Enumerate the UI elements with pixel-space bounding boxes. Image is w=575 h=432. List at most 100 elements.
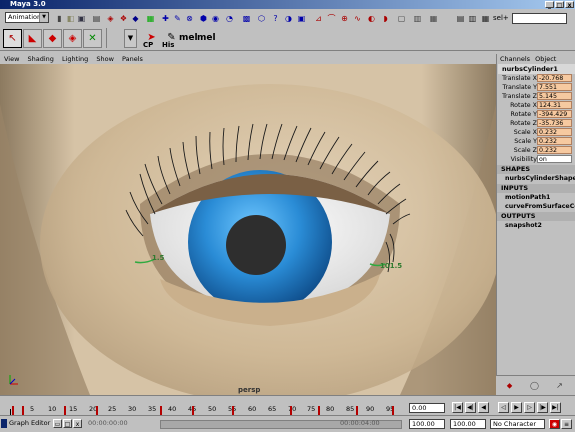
select-hierarchy-icon[interactable]: ▤	[91, 13, 102, 24]
snap-point-icon[interactable]: ✎	[172, 13, 183, 24]
output-item[interactable]: snapshot2	[497, 221, 575, 230]
tab-object[interactable]: Object	[535, 55, 556, 63]
deformer-icon[interactable]: ◐	[366, 13, 377, 24]
render-view-icon[interactable]: ▤	[455, 13, 466, 24]
range-max-field[interactable]: 100.00	[450, 419, 486, 429]
step-back-key-icon[interactable]: ◀|	[465, 402, 476, 413]
autokey-icon[interactable]: ◉	[549, 419, 560, 429]
mel-script-2[interactable]: mel	[197, 33, 216, 43]
go-end-icon[interactable]: ▶|	[550, 402, 561, 413]
lock-selection-icon[interactable]: ▥	[412, 13, 423, 24]
layer-options-icon[interactable]: ◯	[529, 380, 540, 391]
lasso-tool-icon[interactable]: ◣	[23, 29, 42, 48]
construction-history-icon[interactable]: ◑	[283, 13, 294, 24]
new-scene-icon[interactable]: ▮	[54, 13, 65, 24]
curve-select-icon[interactable]: ∿	[352, 13, 363, 24]
select-tool-icon[interactable]: ↖	[3, 29, 22, 48]
highlight-selection-icon[interactable]: ▦	[428, 13, 439, 24]
taskbar-max-button[interactable]: □	[63, 419, 72, 428]
perspective-viewport[interactable]: 1.5 101.5 persp	[0, 64, 496, 395]
snap-grid-icon[interactable]: ▦	[145, 13, 156, 24]
attr-value[interactable]: -394.429	[537, 110, 572, 118]
help-icon[interactable]: ?	[270, 13, 281, 24]
taskbar-restore-button[interactable]: ▭	[53, 419, 62, 428]
render-icon[interactable]: ◔	[224, 13, 235, 24]
attr-row[interactable]: Scale Z 0.232	[497, 146, 575, 155]
attr-row[interactable]: Rotate Z -35.736	[497, 119, 575, 128]
menu-view[interactable]: View	[4, 55, 19, 63]
save-scene-icon[interactable]: ▣	[76, 13, 87, 24]
menu-shading[interactable]: Shading	[28, 55, 54, 63]
attr-row[interactable]: Visibility on	[497, 155, 575, 164]
attr-value[interactable]: on	[537, 155, 572, 163]
character-set-field[interactable]: No Character	[490, 419, 545, 429]
taskbar-graph-editor[interactable]: Graph Editor	[9, 419, 50, 427]
layer-icon[interactable]: ⬥	[504, 380, 515, 391]
attr-value[interactable]: 0.232	[537, 146, 572, 154]
step-back-icon[interactable]: ◀	[478, 402, 489, 413]
attr-row[interactable]: Translate Y 7.551	[497, 83, 575, 92]
snap-curve-icon[interactable]: ✚	[160, 13, 171, 24]
play-forward-icon[interactable]: ▶	[511, 402, 522, 413]
node-name[interactable]: nurbsCylinder1	[498, 64, 575, 74]
shelf-menu-icon[interactable]: ▼	[124, 29, 137, 48]
attr-row[interactable]: Scale Y 0.232	[497, 137, 575, 146]
move-tool-icon[interactable]: ◆	[43, 29, 62, 48]
attr-row[interactable]: Translate X -20.768	[497, 74, 575, 83]
open-scene-icon[interactable]: ◧	[65, 13, 76, 24]
attr-row[interactable]: Rotate X 124.31	[497, 101, 575, 110]
scale-tool-icon[interactable]: ✕	[83, 29, 102, 48]
render-globals-icon[interactable]: ▦	[480, 13, 491, 24]
rotate-tool-icon[interactable]: ◈	[63, 29, 82, 48]
select-by-type-icon[interactable]: ⊿	[313, 13, 324, 24]
chevron-down-icon[interactable]: ▼	[39, 13, 48, 22]
input-item[interactable]: motionPath1	[497, 193, 575, 202]
snap-surface-icon[interactable]: ⬡	[256, 13, 267, 24]
select-object-icon[interactable]: ◈	[105, 13, 116, 24]
time-slider[interactable]: 5 10 15 20 25 30 35 40 45 50 55 60 65 70…	[0, 395, 496, 416]
attr-row[interactable]: Scale X 0.232	[497, 128, 575, 137]
joint-icon[interactable]: ⊕	[339, 13, 350, 24]
snap-view-icon[interactable]: ⊗	[184, 13, 195, 24]
attr-value[interactable]: -20.768	[537, 74, 572, 82]
attr-row[interactable]: Rotate Y -394.429	[497, 110, 575, 119]
minimize-button[interactable]: _	[545, 1, 554, 9]
history-icon[interactable]: ◉	[210, 13, 221, 24]
play-back-icon[interactable]: ◁	[498, 402, 509, 413]
range-end-field[interactable]: 100.00	[409, 419, 445, 429]
menu-show[interactable]: Show	[96, 55, 114, 63]
mel-script-1[interactable]: mel	[179, 33, 198, 43]
attr-value[interactable]: 0.232	[537, 128, 572, 136]
maximize-button[interactable]: □	[555, 1, 564, 9]
go-start-icon[interactable]: |◀	[452, 402, 463, 413]
attr-value[interactable]: 124.31	[537, 101, 572, 109]
menu-set-select[interactable]: Animation ▼	[5, 12, 49, 23]
current-frame-field[interactable]: 0.00	[409, 403, 445, 413]
make-live-icon[interactable]: ⬢	[198, 13, 209, 24]
step-forward-icon[interactable]: ▷	[524, 402, 535, 413]
handle-icon[interactable]: ⌒	[326, 13, 337, 24]
ipr-render-icon[interactable]: ▩	[241, 13, 252, 24]
prefs-icon[interactable]: ≡	[561, 419, 572, 429]
taskbar-icon[interactable]	[1, 419, 7, 428]
attr-value[interactable]: -35.736	[537, 119, 572, 127]
mask-icon[interactable]: ◆	[130, 13, 141, 24]
menu-lighting[interactable]: Lighting	[62, 55, 88, 63]
tab-channels[interactable]: Channels	[500, 55, 530, 63]
quick-select-field[interactable]	[512, 13, 567, 24]
render-settings-icon[interactable]: ▣	[296, 13, 307, 24]
attr-value[interactable]: 5.145	[537, 92, 572, 100]
attr-value[interactable]: 7.551	[537, 83, 572, 91]
input-item[interactable]: curveFromSurfaceCo	[497, 202, 575, 211]
cluster-icon[interactable]: ◗	[380, 13, 391, 24]
layer-add-icon[interactable]: ↗	[554, 380, 565, 391]
select-component-icon[interactable]: ❖	[118, 13, 129, 24]
attr-value[interactable]: 0.232	[537, 137, 572, 145]
ipr-icon[interactable]: ▥	[467, 13, 478, 24]
menu-panels[interactable]: Panels	[122, 55, 143, 63]
attr-row[interactable]: Translate Z 5.145	[497, 92, 575, 101]
taskbar-close-button[interactable]: x	[73, 419, 82, 428]
shape-item[interactable]: nurbsCylinderShape1	[497, 174, 575, 183]
close-button[interactable]: x	[565, 1, 574, 9]
misc-select-icon[interactable]: ▢	[396, 13, 407, 24]
